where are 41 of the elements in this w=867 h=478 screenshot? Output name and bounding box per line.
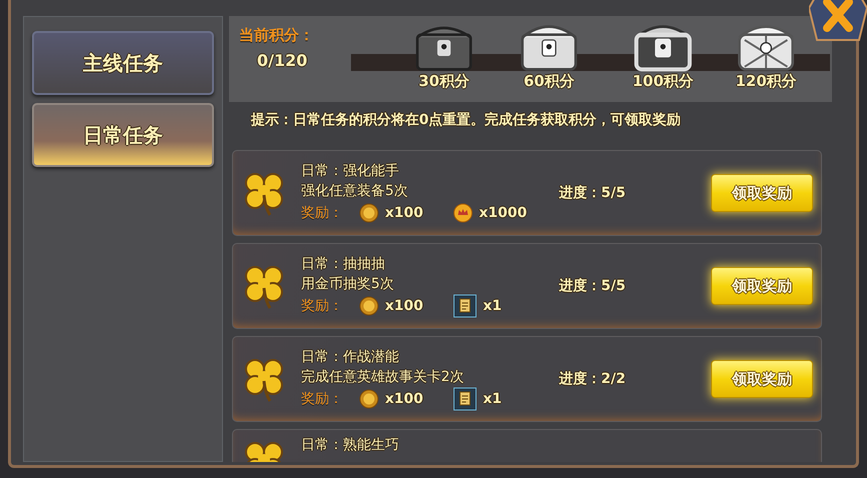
scroll-icon	[453, 387, 477, 411]
reward-amount: x1	[483, 298, 502, 314]
category-tab[interactable]: 主线任务	[32, 31, 214, 95]
reward-amount: x100	[385, 205, 424, 221]
hint-text: 提示：日常任务的积分将在0点重置。完成任务获取积分，可领取奖励	[250, 110, 682, 130]
reward-label: 奖励：	[301, 390, 344, 408]
progress-label: 进度：	[559, 278, 601, 294]
coin-icon	[359, 296, 379, 316]
chest-points-label: 120积分	[735, 72, 797, 91]
coin-icon	[359, 203, 379, 223]
task-description: 用金币抽奖5次	[301, 275, 395, 293]
reward-label: 奖励：	[301, 204, 344, 222]
reward-amount: x1	[483, 391, 502, 407]
reward-label: 奖励：	[301, 297, 344, 315]
claim-reward-button[interactable]: 领取奖励	[711, 174, 813, 212]
category-tab[interactable]: 日常任务	[32, 103, 214, 167]
chest-points-label: 100积分	[632, 72, 694, 91]
task-title: 日常：作战潜能	[301, 348, 400, 366]
coin-icon	[359, 389, 379, 409]
reward-amount: x100	[385, 391, 424, 407]
task-description: 完成任意英雄故事关卡2次	[301, 368, 465, 386]
chest-points-label: 60积分	[524, 72, 574, 91]
claim-reward-button[interactable]: 领取奖励	[711, 267, 813, 305]
close-icon[interactable]	[809, 0, 867, 42]
reward-amount: x1000	[479, 205, 527, 221]
task-title: 日常：强化能手	[301, 162, 400, 180]
progress-label: 进度：	[559, 371, 601, 387]
claim-reward-button[interactable]: 领取奖励	[711, 360, 813, 398]
points-value: 0/120	[257, 51, 308, 70]
chest-points-label: 30积分	[418, 72, 470, 91]
task-description: 强化任意装备5次	[301, 182, 409, 200]
progress-label: 进度：	[559, 185, 601, 201]
scroll-icon	[453, 294, 477, 318]
points-label: 当前积分：	[239, 26, 315, 45]
progress-count: 5/5	[601, 185, 626, 201]
progress-count: 2/2	[601, 371, 626, 387]
task-title: 日常：抽抽抽	[301, 255, 386, 273]
task-title: 日常：熟能生巧	[301, 436, 400, 454]
progress-count: 5/5	[601, 278, 626, 294]
reward-amount: x100	[385, 298, 424, 314]
crown-coin-icon	[453, 203, 473, 223]
